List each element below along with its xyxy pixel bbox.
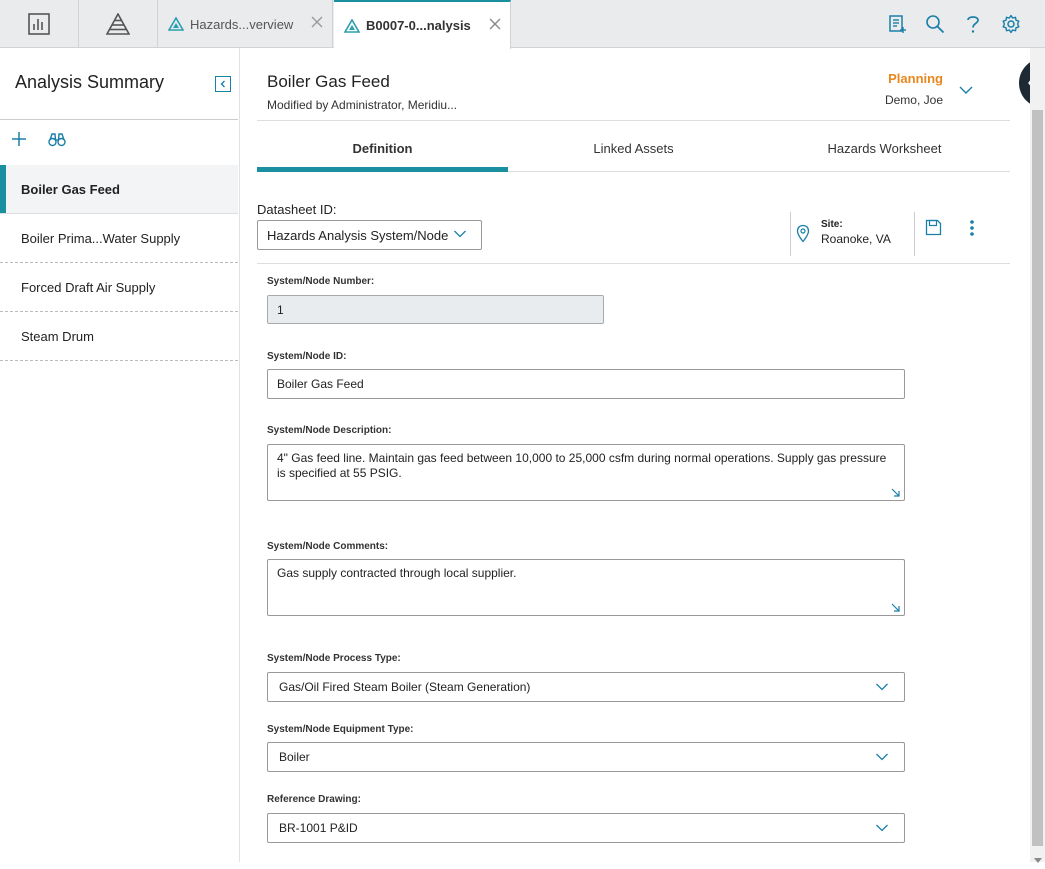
- field-value: BR-1001 P&ID: [279, 821, 358, 835]
- reference-drawing-select[interactable]: BR-1001 P&ID: [267, 813, 905, 843]
- field-label: System/Node ID:: [267, 351, 347, 362]
- more-vertical-icon: [970, 220, 974, 236]
- field-label: System/Node Process Type:: [267, 653, 401, 664]
- field-value: Boiler: [279, 750, 310, 764]
- dashboard-button[interactable]: [0, 0, 79, 48]
- list-item[interactable]: Boiler Gas Feed: [0, 165, 238, 214]
- more-options-button[interactable]: [967, 219, 977, 242]
- hazards-icon: [168, 17, 184, 31]
- collapse-panel-button[interactable]: [215, 76, 231, 92]
- save-icon: [925, 219, 942, 236]
- divider: [257, 263, 1010, 264]
- caret-down-icon: [1034, 858, 1042, 863]
- plus-icon: [12, 132, 26, 146]
- field-label: System/Node Comments:: [267, 541, 389, 552]
- tab-definition[interactable]: Definition: [257, 126, 508, 172]
- panel-title: Analysis Summary: [15, 72, 165, 92]
- save-button[interactable]: [925, 219, 942, 241]
- modified-by: Modified by Administrator, Meridiu...: [267, 98, 458, 112]
- chevron-down-icon: [876, 683, 888, 691]
- tab-linked-assets[interactable]: Linked Assets: [508, 126, 759, 171]
- chevron-down-icon: [876, 753, 888, 761]
- state-owner: Demo, Joe: [884, 93, 943, 107]
- tab-analysis[interactable]: B0007-0...nalysis: [334, 0, 511, 49]
- location-pin-icon: [796, 224, 810, 243]
- list-item-label: Steam Drum: [21, 328, 94, 344]
- hazards-icon: [344, 18, 360, 33]
- binoculars-icon: [48, 133, 66, 147]
- panel-toolbar: [10, 130, 66, 153]
- scrollbar-thumb[interactable]: [1032, 110, 1043, 846]
- field-label: System/Node Equipment Type:: [267, 724, 414, 735]
- dashboard-icon: [28, 13, 50, 35]
- site-info: Site: Roanoke, VA: [790, 212, 915, 256]
- equipment-type-select[interactable]: Boiler: [267, 742, 905, 772]
- node-description-field[interactable]: 4" Gas feed line. Maintain gas feed betw…: [267, 444, 905, 501]
- notes-icon: [889, 15, 906, 33]
- divider: [0, 119, 238, 120]
- node-id-field[interactable]: Boiler Gas Feed: [267, 369, 905, 399]
- tab-label: B0007-0...nalysis: [366, 18, 471, 33]
- list-item-label: Boiler Gas Feed: [21, 181, 120, 197]
- node-comments-field[interactable]: Gas supply contracted through local supp…: [267, 559, 905, 616]
- datasheet-select[interactable]: Hazards Analysis System/Node: [257, 220, 482, 250]
- record-title: Boiler Gas Feed: [267, 72, 390, 91]
- process-type-select[interactable]: Gas/Oil Fired Steam Boiler (Steam Genera…: [267, 672, 905, 702]
- datasheet-value: Hazards Analysis System/Node: [267, 227, 449, 243]
- help-button[interactable]: [954, 0, 992, 48]
- field-value: 4" Gas feed line. Maintain gas feed betw…: [277, 451, 887, 480]
- notes-button[interactable]: [878, 0, 916, 48]
- field-label: System/Node Number:: [267, 276, 375, 287]
- node-number-field[interactable]: 1: [267, 295, 604, 324]
- asset-hierarchy-button[interactable]: [79, 0, 158, 48]
- datasheet-label: Datasheet ID:: [257, 202, 337, 217]
- chevron-down-icon: [876, 824, 888, 832]
- chevron-down-icon: [454, 230, 466, 238]
- site-value: Roanoke, VA: [821, 232, 891, 246]
- settings-icon: [1002, 14, 1020, 34]
- search-button[interactable]: [916, 0, 954, 48]
- scroll-down-button[interactable]: [1034, 851, 1042, 869]
- resize-handle-icon[interactable]: [891, 488, 901, 498]
- list-item[interactable]: Boiler Prima...Water Supply: [0, 214, 238, 263]
- tab-label: Hazards...verview: [190, 16, 294, 32]
- analysis-summary-panel: Analysis Summary Boiler Gas Feed Boiler …: [0, 48, 240, 862]
- field-value: Gas supply contracted through local supp…: [277, 566, 517, 580]
- record-tabs: Definition Linked Assets Hazards Workshe…: [257, 126, 1010, 172]
- close-icon[interactable]: [488, 17, 502, 31]
- chevron-down-icon: [959, 86, 973, 94]
- settings-button[interactable]: [992, 0, 1030, 48]
- help-icon: [967, 16, 979, 33]
- chevron-left-icon: [220, 80, 225, 88]
- top-bar: Hazards...verview B0007-0...nalysis: [0, 0, 1045, 49]
- node-list: Boiler Gas Feed Boiler Prima...Water Sup…: [0, 165, 238, 361]
- divider: [257, 120, 1010, 121]
- search-icon: [926, 15, 945, 34]
- asset-hierarchy-icon: [106, 13, 130, 35]
- field-label: System/Node Description:: [267, 425, 392, 436]
- field-value: Gas/Oil Fired Steam Boiler (Steam Genera…: [279, 680, 531, 694]
- close-icon[interactable]: [310, 15, 324, 29]
- list-item-label: Boiler Prima...Water Supply: [21, 230, 181, 246]
- resize-handle-icon[interactable]: [891, 603, 901, 613]
- list-item[interactable]: Steam Drum: [0, 312, 238, 361]
- list-item-label: Forced Draft Air Supply: [21, 279, 156, 295]
- field-label: Reference Drawing:: [267, 794, 361, 805]
- find-button[interactable]: [48, 131, 66, 152]
- tab-hazards-overview[interactable]: Hazards...verview: [158, 0, 333, 48]
- tab-hazards-worksheet[interactable]: Hazards Worksheet: [759, 126, 1010, 171]
- state-menu-button[interactable]: [958, 82, 974, 100]
- add-button[interactable]: [10, 130, 28, 153]
- state-label[interactable]: Planning: [888, 71, 943, 86]
- list-item[interactable]: Forced Draft Air Supply: [0, 263, 238, 312]
- site-label: Site:: [821, 219, 843, 230]
- field-value: 1: [277, 302, 284, 317]
- field-value: Boiler Gas Feed: [277, 377, 364, 391]
